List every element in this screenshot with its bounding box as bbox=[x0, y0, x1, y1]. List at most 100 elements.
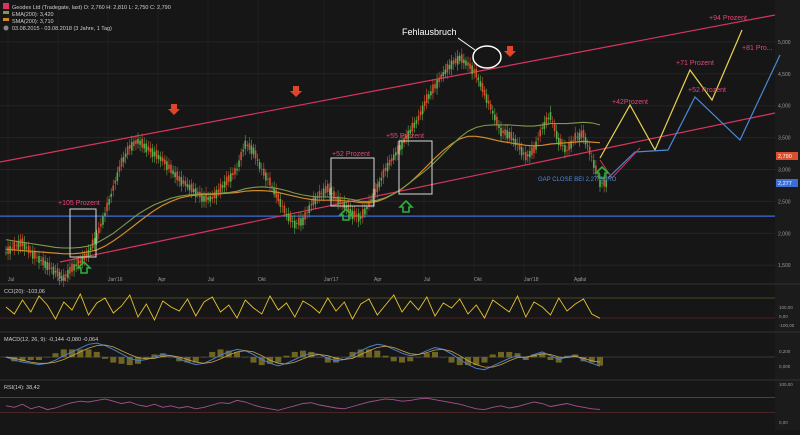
candle-body bbox=[471, 65, 473, 75]
candle-body bbox=[298, 217, 300, 226]
candle-body bbox=[341, 202, 343, 204]
candle-body bbox=[448, 64, 451, 70]
legend-sma: SMA(200): 3,710 bbox=[12, 19, 54, 25]
label-71: +71 Prozent bbox=[676, 60, 714, 67]
candle-body bbox=[524, 151, 527, 161]
candle-body bbox=[248, 143, 251, 150]
candle-body bbox=[506, 130, 508, 139]
x-tick-label: Jul bbox=[580, 277, 586, 283]
macd-histogram-bar bbox=[118, 357, 125, 364]
candle-body bbox=[104, 212, 106, 217]
candle-body bbox=[15, 245, 18, 246]
candle-body bbox=[593, 160, 595, 168]
label-52a: +52 Prozent bbox=[332, 151, 370, 158]
candle-body bbox=[217, 189, 220, 193]
candle-body bbox=[549, 112, 552, 120]
candle-body bbox=[428, 94, 430, 99]
candle-body bbox=[353, 211, 356, 218]
macd-histogram-bar bbox=[44, 357, 51, 358]
candle-body bbox=[415, 120, 418, 124]
candle-body bbox=[345, 206, 348, 208]
x-tick-label: Apr bbox=[158, 277, 166, 283]
candle-body bbox=[411, 122, 414, 132]
candle-body bbox=[98, 227, 100, 234]
x-tick-label: Apr bbox=[374, 277, 382, 283]
candle-body bbox=[496, 116, 498, 126]
candle-body bbox=[392, 154, 395, 160]
support-price-value: 2,277 bbox=[778, 181, 792, 187]
candle-body bbox=[283, 205, 286, 214]
cci-tick: 100,00 bbox=[779, 305, 793, 310]
candle-body bbox=[114, 180, 117, 184]
candle-body bbox=[401, 140, 403, 150]
candle-body bbox=[161, 157, 164, 162]
rsi-panel bbox=[0, 381, 775, 426]
candle-body bbox=[397, 145, 399, 154]
candle-body bbox=[232, 173, 234, 176]
cci-tick: 0,00 bbox=[779, 314, 788, 319]
candle-body bbox=[71, 263, 73, 272]
macd-histogram-bar bbox=[341, 357, 348, 358]
macd-histogram-bar bbox=[432, 351, 438, 358]
candle-body bbox=[38, 256, 40, 263]
macd-histogram-bar bbox=[209, 351, 216, 358]
macd-histogram-bar bbox=[374, 350, 381, 358]
candle-body bbox=[52, 266, 55, 275]
macd-histogram-bar bbox=[275, 357, 282, 363]
candle-body bbox=[27, 245, 30, 254]
macd-histogram-bar bbox=[423, 353, 430, 358]
x-tick-label: Jul bbox=[424, 277, 430, 283]
candle-body bbox=[580, 130, 583, 139]
candle-body bbox=[186, 184, 189, 188]
candle-body bbox=[374, 189, 376, 196]
candle-body bbox=[236, 168, 238, 171]
candle-body bbox=[442, 72, 445, 77]
candle-body bbox=[527, 154, 529, 157]
x-tick-label: Okt bbox=[58, 277, 66, 283]
candle-body bbox=[547, 117, 550, 120]
candle-body bbox=[419, 111, 422, 116]
candle-body bbox=[489, 104, 492, 110]
candle-body bbox=[34, 251, 36, 259]
candle-body bbox=[108, 199, 110, 205]
candle-body bbox=[551, 121, 554, 123]
candle-body bbox=[483, 89, 486, 96]
label-105: +105 Prozent bbox=[58, 200, 100, 207]
candle-body bbox=[529, 150, 531, 158]
candle-body bbox=[122, 157, 125, 163]
macd-histogram-bar bbox=[110, 357, 117, 363]
x-tick-label: Jan'16 bbox=[108, 277, 123, 283]
candle-body bbox=[172, 170, 174, 175]
candle-body bbox=[102, 216, 104, 225]
candle-body bbox=[106, 202, 108, 212]
candle-body bbox=[120, 158, 123, 167]
candle-body bbox=[562, 145, 564, 147]
candle-body bbox=[454, 58, 457, 64]
macd-histogram-bar bbox=[597, 357, 603, 366]
candle-body bbox=[582, 129, 585, 138]
candle-body bbox=[343, 201, 346, 209]
candle-body bbox=[494, 114, 496, 121]
candle-body bbox=[174, 172, 176, 178]
candle-body bbox=[378, 181, 381, 188]
macd-histogram-bar bbox=[498, 351, 504, 358]
macd-histogram-bar bbox=[291, 351, 298, 358]
candle-body bbox=[225, 176, 228, 185]
candle-body bbox=[366, 206, 368, 210]
candle-body bbox=[77, 258, 79, 268]
candle-body bbox=[190, 183, 193, 193]
candle-body bbox=[234, 168, 236, 175]
candle-body bbox=[438, 77, 440, 82]
macd-histogram-bar bbox=[547, 357, 554, 361]
x-tick-label: Jan'18 bbox=[524, 277, 539, 283]
candle-body bbox=[539, 129, 541, 137]
candle-body bbox=[126, 146, 129, 155]
candle-body bbox=[5, 252, 7, 254]
candle-body bbox=[263, 168, 265, 176]
candle-body bbox=[230, 173, 232, 182]
candle-body bbox=[256, 159, 259, 161]
candle-body bbox=[384, 167, 387, 171]
candle-body bbox=[574, 133, 577, 141]
candle-body bbox=[578, 132, 581, 141]
candle-body bbox=[219, 183, 222, 193]
